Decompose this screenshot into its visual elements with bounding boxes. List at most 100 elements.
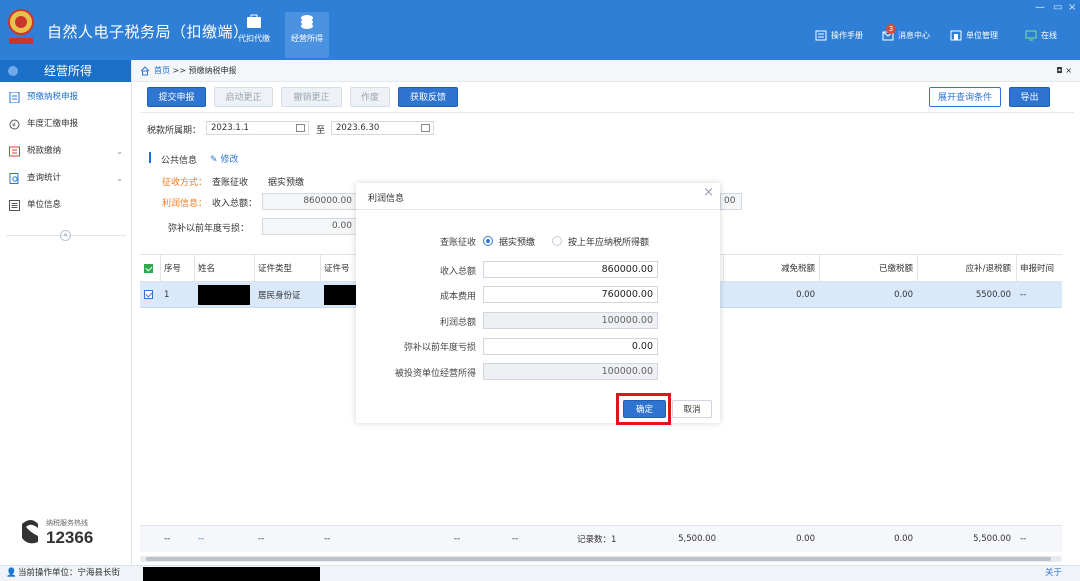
dialog-title: 利润信息 (368, 194, 405, 204)
sidebar-item-label: 查询统计 (27, 173, 62, 183)
dialog-close-button[interactable]: × (703, 185, 714, 200)
footer-dash: -- (258, 534, 265, 544)
export-button[interactable]: 导出 (1009, 87, 1050, 107)
period-end-input[interactable]: 2023.6.30 (331, 121, 434, 135)
hidden-field-tail[interactable]: 00 (720, 193, 742, 210)
sidebar-item-unit-info[interactable]: 单位信息 (0, 192, 131, 219)
col-name: 姓名 (198, 264, 216, 274)
app-title: 自然人电子税务局（扣缴端） (47, 23, 249, 41)
get-feedback-button[interactable]: 获取反馈 (398, 87, 458, 107)
start-correction-button[interactable]: 启动更正 (214, 87, 273, 107)
online-icon (1025, 30, 1037, 41)
unit-management-label: 单位管理 (966, 31, 998, 40)
breadcrumb-separator: >> (172, 66, 186, 75)
row-tax-paid: 0.00 (894, 289, 913, 300)
col-tax-paid: 已缴税额 (878, 264, 913, 274)
operator-unit: 当前操作单位：宁海县长街 (18, 568, 121, 578)
collection-method-label: 征收方式： (162, 178, 208, 188)
edit-link-label: 修改 (220, 155, 239, 165)
radio-actual-prepayment-label[interactable]: 据实预缴 (499, 235, 535, 248)
offset-loss-field[interactable]: 0.00 (262, 218, 357, 235)
footer-total-paid: 0.00 (894, 534, 913, 544)
tab-business-income-label: 经营所得 (291, 34, 323, 43)
radio-last-year-label[interactable]: 按上年应纳税所得额 (568, 235, 649, 248)
footer-total-due: 5,500.00 (973, 534, 1011, 544)
dialog-cost-input[interactable]: 760000.00 (483, 286, 658, 303)
briefcase-icon (247, 14, 261, 28)
row-checkbox[interactable] (144, 290, 153, 299)
void-button[interactable]: 作废 (350, 87, 390, 107)
unit-management-link[interactable]: 单位管理 (950, 30, 998, 41)
edit-icon: ✎ (210, 155, 218, 165)
dialog-profit-input: 100000.00 (483, 312, 658, 329)
dialog-offset-input[interactable]: 0.00 (483, 338, 658, 355)
sidebar: 经营所得 预缴纳税申报 ¥ 年度汇缴申报 税款缴纳 ⌄ 查询统计 ⌄ 单位信息 … (0, 60, 132, 565)
sidebar-item-payment[interactable]: 税款缴纳 ⌄ (0, 138, 131, 165)
select-all-cell[interactable] (140, 255, 160, 281)
sidebar-item-query[interactable]: 查询统计 ⌄ (0, 165, 131, 192)
sidebar-collapse-button[interactable]: « (60, 230, 71, 241)
search-doc-icon (9, 173, 19, 184)
footer-dash: -- (164, 534, 171, 544)
select-all-checkbox[interactable] (144, 263, 153, 273)
redacted-unit-name (143, 567, 320, 581)
dialog-collection-label: 查账征收 (439, 238, 476, 248)
dialog-divider (356, 209, 720, 210)
row-select-cell[interactable] (140, 282, 160, 307)
building-icon (950, 30, 962, 41)
breadcrumb-home[interactable]: 首页 (154, 66, 170, 75)
dialog-investee-income-input: 100000.00 (483, 363, 658, 380)
period-end-value: 2023.6.30 (336, 123, 380, 133)
dialog-income-label: 收入总额 (439, 267, 476, 277)
message-count-badge: 3 (886, 24, 896, 34)
tab-withholding[interactable]: 代扣代缴 (232, 14, 276, 58)
income-field[interactable]: 860000.00 (262, 193, 357, 210)
coins-icon (8, 66, 18, 76)
coins-icon (301, 15, 313, 29)
sidebar-header-label: 经营所得 (44, 64, 93, 78)
collection-method-value: 查账征收 (212, 178, 249, 188)
sidebar-item-label: 预缴纳税申报 (27, 92, 79, 102)
top-bar: 自然人电子税务局（扣缴端） 代扣代缴 经营所得 操作手册 消息中心 3 单位管理… (0, 0, 1080, 60)
dialog-cost-label: 成本费用 (439, 292, 476, 302)
sidebar-item-prepayment[interactable]: 预缴纳税申报 (0, 84, 131, 111)
cancel-button[interactable]: 取消 (672, 400, 712, 418)
tax-emblem-icon (8, 9, 34, 44)
redacted-name (198, 285, 250, 305)
user-icon: 👤 (6, 568, 17, 578)
radio-last-year[interactable] (552, 236, 562, 246)
footer-dash: -- (454, 534, 461, 544)
breadcrumb-current: 预缴纳税申报 (188, 66, 237, 75)
edit-link[interactable]: ✎ 修改 (210, 152, 238, 165)
status-bar: 👤 当前操作单位：宁海县长街 关于 (0, 565, 1080, 581)
tab-business-income[interactable]: 经营所得 (285, 12, 329, 58)
minimize-button[interactable]: — (1035, 2, 1045, 13)
manual-link[interactable]: 操作手册 (815, 30, 863, 41)
sidebar-item-annual[interactable]: ¥ 年度汇缴申报 (0, 111, 131, 138)
payment-icon (9, 146, 20, 157)
radio-actual-prepayment[interactable] (483, 236, 493, 246)
calendar-icon[interactable] (296, 124, 305, 132)
scrollbar-thumb[interactable] (146, 557, 1051, 561)
period-start-input[interactable]: 2023.1.1 (206, 121, 309, 135)
dialog-income-input[interactable]: 860000.00 (483, 261, 658, 278)
col-tax-due: 应补/退税额 (965, 264, 1011, 274)
maximize-button[interactable]: ▭ (1053, 2, 1062, 13)
hotline-icon (22, 520, 38, 544)
col-index: 序号 (164, 264, 182, 274)
tab-controls[interactable]: ◘ × (1056, 60, 1072, 82)
cancel-correction-button[interactable]: 撤销更正 (281, 87, 342, 107)
expand-query-button[interactable]: 展开查询条件 (929, 87, 1001, 107)
dialog-investee-income-label: 被投资单位经营所得 (394, 369, 476, 379)
collection-method-extra: 据实预缴 (268, 178, 305, 188)
horizontal-scrollbar[interactable] (140, 556, 1062, 562)
calendar-icon[interactable] (421, 124, 430, 132)
about-link[interactable]: 关于 (1045, 566, 1062, 581)
sidebar-item-label: 年度汇缴申报 (27, 119, 79, 129)
submit-declaration-button[interactable]: 提交申报 (147, 87, 206, 107)
close-window-button[interactable]: × (1068, 2, 1076, 13)
profit-info-dialog: 利润信息 × 查账征收 据实预缴 按上年应纳税所得额 收入总额 860000.0… (356, 183, 720, 423)
chevron-down-icon: ⌄ (116, 147, 123, 156)
online-status[interactable]: 在线 (1025, 30, 1057, 41)
toolbar-divider (140, 112, 1074, 113)
